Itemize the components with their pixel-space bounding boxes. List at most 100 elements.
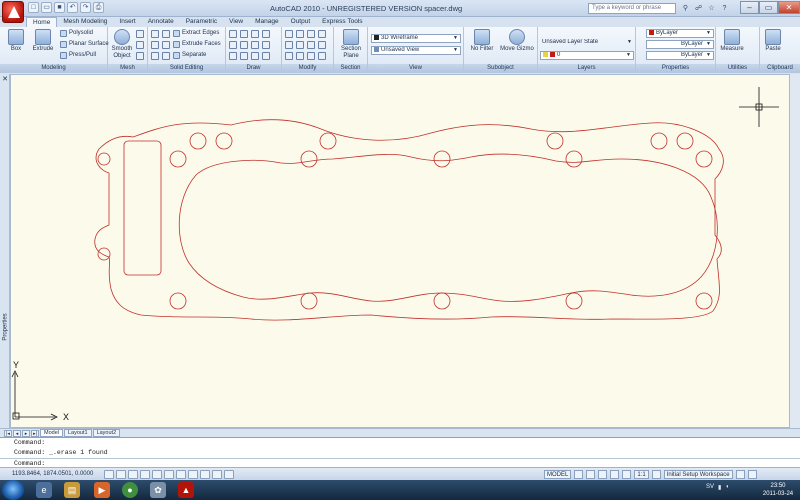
model-space-button[interactable]: MODEL	[544, 470, 572, 479]
measure-button[interactable]: Measure	[718, 28, 746, 52]
visual-style-dropdown[interactable]: 3D Wireframe ▼	[371, 34, 461, 43]
workspace-dropdown[interactable]: Initial Setup Workspace	[663, 470, 733, 479]
help-icon[interactable]: ?	[719, 3, 730, 14]
panel-title-utilities[interactable]: Utilities	[716, 64, 759, 73]
start-button[interactable]	[2, 480, 24, 500]
mesh-crease-icon[interactable]	[136, 41, 144, 49]
network-icon[interactable]: ▮	[718, 484, 721, 491]
osnap-toggle-icon[interactable]	[152, 470, 162, 479]
boundary-icon[interactable]	[262, 52, 270, 60]
annotation-scale-dropdown[interactable]: 1:1	[634, 470, 649, 479]
planar-surface-button[interactable]: Planar Surface	[60, 40, 109, 49]
communication-center-icon[interactable]: ☍	[693, 3, 704, 14]
next-layout-icon[interactable]: ▸	[22, 429, 30, 437]
favorites-icon[interactable]: ☆	[706, 3, 717, 14]
open-icon[interactable]: ▭	[41, 2, 52, 13]
redo-icon[interactable]: ↷	[80, 2, 91, 13]
volume-icon[interactable]: ◖	[725, 484, 729, 491]
layout-view-icon[interactable]	[574, 470, 584, 479]
properties-palette-label[interactable]: Properties	[3, 313, 9, 340]
polygon-icon[interactable]	[229, 52, 237, 60]
paste-button[interactable]: Paste	[761, 28, 785, 52]
polar-toggle-icon[interactable]	[140, 470, 150, 479]
language-indicator[interactable]: SV	[706, 484, 714, 491]
tab-model[interactable]: Model	[40, 429, 63, 437]
subtract-icon[interactable]	[151, 41, 159, 49]
prev-layout-icon[interactable]: ◂	[13, 429, 21, 437]
clock[interactable]: 23:50 2011-03-24	[758, 482, 798, 498]
properties-palette-collapsed[interactable]: ✕ Properties	[0, 74, 10, 428]
layer-dropdown[interactable]: 0 ▼	[540, 51, 634, 60]
interfere-icon[interactable]	[162, 30, 170, 38]
panel-title-section[interactable]: Section	[334, 64, 367, 73]
press-pull-button[interactable]: Press/Pull	[60, 51, 96, 60]
drawing-canvas[interactable]: Y X	[10, 74, 790, 428]
point-icon[interactable]	[240, 52, 248, 60]
chrome-icon[interactable]: ●	[122, 482, 138, 498]
tab-express-tools[interactable]: Express Tools	[316, 17, 368, 27]
mirror-icon[interactable]	[296, 41, 304, 49]
tab-insert[interactable]: Insert	[113, 17, 141, 27]
steering-wheel-icon[interactable]	[610, 470, 620, 479]
binoculars-icon[interactable]: ⚲	[680, 3, 691, 14]
array-icon[interactable]	[285, 52, 293, 60]
3dosnap-toggle-icon[interactable]	[164, 470, 174, 479]
annotation-visibility-icon[interactable]	[651, 470, 661, 479]
line-icon[interactable]	[229, 30, 237, 38]
media-player-icon[interactable]: ▶	[94, 482, 110, 498]
internet-explorer-icon[interactable]: e	[36, 482, 52, 498]
stretch-icon[interactable]	[307, 41, 315, 49]
copy-icon[interactable]	[285, 41, 293, 49]
lwt-toggle-icon[interactable]	[212, 470, 222, 479]
tab-view[interactable]: View	[223, 17, 249, 27]
pan-icon[interactable]	[586, 470, 596, 479]
app-icon[interactable]: ✿	[150, 482, 166, 498]
mesh-uncrease-icon[interactable]	[136, 52, 144, 60]
command-window[interactable]: Command: Command: _.erase 1 found Comman…	[0, 437, 800, 467]
ellipse-icon[interactable]	[251, 41, 259, 49]
minimize-button[interactable]: –	[740, 1, 759, 14]
snap-toggle-icon[interactable]	[104, 470, 114, 479]
section-plane-button[interactable]: Section Plane	[337, 28, 365, 60]
panel-title-view[interactable]: View	[368, 64, 463, 73]
application-menu-button[interactable]	[2, 1, 24, 23]
box-button[interactable]: Box	[2, 28, 30, 52]
tab-output[interactable]: Output	[285, 17, 317, 27]
no-filter-button[interactable]: No Filter	[467, 28, 497, 52]
autocad-taskbar-icon[interactable]: ▲	[178, 482, 194, 498]
offset-icon[interactable]	[296, 52, 304, 60]
panel-title-solid-editing[interactable]: Solid Editing	[148, 64, 225, 73]
close-icon[interactable]: ✕	[1, 76, 9, 84]
tab-layout2[interactable]: Layout2	[92, 429, 121, 437]
move-gizmo-button[interactable]: Move Gizmo	[500, 28, 534, 52]
hatch-icon[interactable]	[262, 41, 270, 49]
tab-manage[interactable]: Manage	[249, 17, 285, 27]
smooth-object-button[interactable]: Smooth Object	[110, 28, 134, 60]
save-icon[interactable]: ■	[54, 2, 65, 13]
polyline-icon[interactable]	[240, 30, 248, 38]
ducs-toggle-icon[interactable]	[188, 470, 198, 479]
move-icon[interactable]	[285, 30, 293, 38]
rotate-icon[interactable]	[296, 30, 304, 38]
panel-title-layers[interactable]: Layers	[538, 64, 635, 73]
panel-title-clipboard[interactable]: Clipboard	[760, 64, 800, 73]
panel-title-modeling[interactable]: Modeling	[0, 64, 107, 73]
region-icon[interactable]	[251, 52, 259, 60]
circle-icon[interactable]	[251, 30, 259, 38]
tab-home[interactable]: Home	[26, 17, 58, 27]
close-button[interactable]: ✕	[778, 1, 800, 14]
zoom-icon[interactable]	[598, 470, 608, 479]
color-dropdown[interactable]: ByLayer ▼	[646, 29, 714, 38]
coordinate-readout[interactable]: 1193.8464, 1874.0501, 0.0000	[12, 471, 93, 477]
search-input[interactable]: Type a keyword or phrase	[588, 3, 676, 14]
tab-parametric[interactable]: Parametric	[180, 17, 223, 27]
spline-icon[interactable]	[240, 41, 248, 49]
trim-icon[interactable]	[307, 30, 315, 38]
panel-title-subobject[interactable]: Subobject	[464, 64, 537, 73]
tab-mesh-modeling[interactable]: Mesh Modeling	[57, 17, 113, 27]
layer-state-dropdown[interactable]: Unsaved Layer State ▼	[540, 39, 634, 48]
mesh-refine-icon[interactable]	[136, 30, 144, 38]
extract-edges-button[interactable]: Extract Edges	[173, 29, 219, 38]
fillet-icon[interactable]	[318, 30, 326, 38]
qp-toggle-icon[interactable]	[224, 470, 234, 479]
